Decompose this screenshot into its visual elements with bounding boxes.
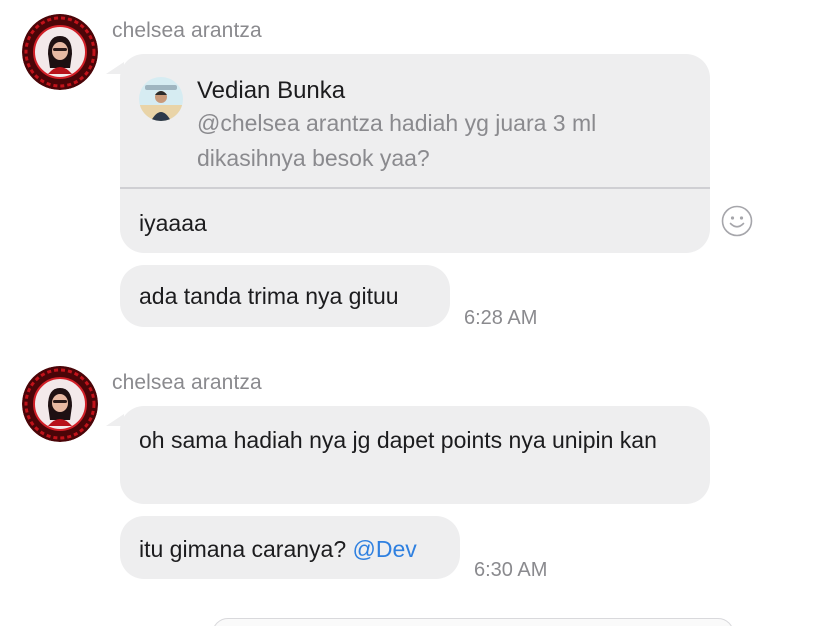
sender-avatar[interactable] (22, 14, 98, 90)
message-timestamp: 6:28 AM (464, 307, 538, 329)
message-text: itu gimana caranya? (139, 536, 347, 562)
smiley-face-icon[interactable] (721, 205, 753, 237)
message-bubble[interactable]: itu gimana caranya? @Dev (120, 516, 460, 579)
message-bubble[interactable]: ada tanda trima nya gituu (120, 265, 450, 327)
message-text: iyaaaa (139, 210, 207, 236)
reply-message-bubble[interactable]: Vedian Bunka @chelsea arantza hadiah yg … (120, 54, 710, 253)
sender-avatar[interactable] (22, 366, 98, 442)
sender-name: chelsea arantza (112, 19, 262, 42)
message-bubble[interactable]: oh sama hadiah nya jg dapet points nya u… (120, 406, 710, 504)
message-text: ada tanda trima nya gituu (139, 283, 399, 309)
user-mention[interactable]: @Dev (353, 536, 417, 562)
next-message-bubble-edge (212, 618, 734, 626)
chat-thread: chelsea arantza Vedian Bunka @chelsea ar… (0, 0, 828, 626)
sender-name: chelsea arantza (112, 371, 262, 394)
message-text-container: itu gimana caranya? @Dev (139, 532, 417, 567)
quoted-user-avatar (139, 77, 183, 121)
quoted-user-name: Vedian Bunka (197, 77, 346, 104)
message-text: oh sama hadiah nya jg dapet points nya u… (139, 427, 657, 453)
quoted-message-text: @chelsea arantza hadiah yg juara 3 ml di… (197, 110, 597, 171)
quote-divider (120, 187, 710, 189)
message-timestamp: 6:30 AM (474, 559, 548, 581)
